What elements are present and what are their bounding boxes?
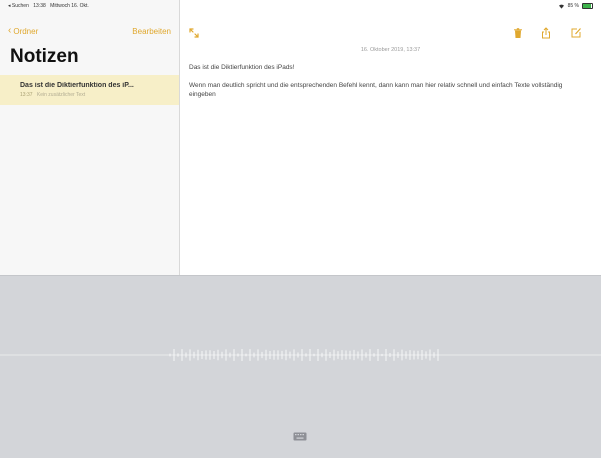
note-item-time: 13:37 (20, 92, 33, 98)
expand-icon[interactable] (188, 27, 200, 39)
sidebar-nav: ‹ Ordner Bearbeiten (8, 24, 171, 38)
wifi-icon (558, 4, 564, 9)
battery-percentage: 85 % (567, 3, 579, 9)
note-editor: 16. Oktober 2019, 13:37 Das ist die Dikt… (180, 0, 601, 275)
note-date: 16. Oktober 2019, 13:37 (360, 47, 421, 53)
status-time: 13:38 (33, 3, 46, 9)
note-line-2: Wenn man deutlich spricht und die entspr… (189, 82, 563, 98)
edit-button[interactable]: Bearbeiten (132, 27, 171, 36)
page-title: Notizen (10, 46, 79, 67)
note-body[interactable]: Das ist die Diktierfunktion des iPads! W… (189, 63, 589, 108)
folders-back-button[interactable]: ‹ Ordner (8, 26, 38, 36)
status-left: ◂ Suchen 13:38 Mittwoch 16. Okt. (8, 3, 92, 9)
dictation-waveform (0, 349, 601, 361)
keyboard-icon[interactable] (293, 432, 307, 441)
status-date: Mittwoch 16. Okt. (50, 3, 89, 9)
note-item-title: Das ist die Diktierfunktion des iP... (20, 82, 134, 89)
note-line-1: Das ist die Diktierfunktion des iPads! (189, 64, 295, 71)
trash-icon[interactable] (512, 27, 524, 39)
list-item-note[interactable]: Das ist die Diktierfunktion des iP... 13… (0, 75, 179, 105)
status-bar: ◂ Suchen 13:38 Mittwoch 16. Okt. 85 % (0, 0, 601, 12)
status-right: 85 % (558, 3, 593, 9)
dictation-panel (0, 275, 601, 458)
note-item-meta: 13:37 Kein zusätzlicher Text (20, 92, 169, 98)
share-icon[interactable] (540, 27, 552, 39)
note-item-preview: Kein zusätzlicher Text (36, 92, 86, 98)
compose-icon[interactable] (570, 27, 582, 39)
folders-back-label: Ordner (13, 26, 39, 36)
chevron-left-icon: ‹ (8, 25, 12, 36)
back-to-app-link[interactable]: ◂ Suchen (8, 3, 29, 9)
notes-sidebar: ‹ Ordner Bearbeiten Notizen Das ist die … (0, 0, 180, 275)
battery-icon (582, 3, 593, 9)
